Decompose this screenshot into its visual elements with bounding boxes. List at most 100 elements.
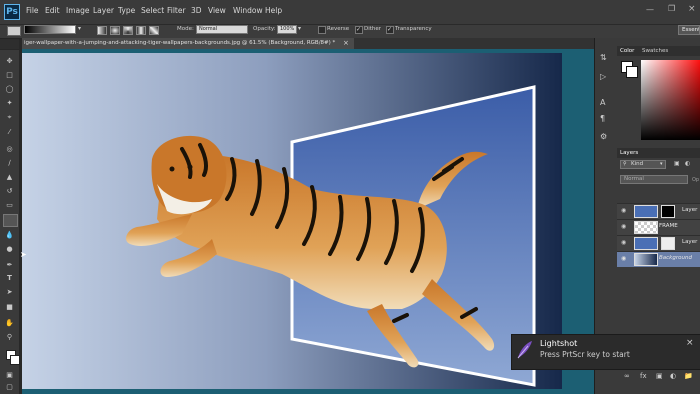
history-brush-tool-icon[interactable]: ↺ bbox=[4, 186, 15, 196]
new-group-icon[interactable]: 📁 bbox=[684, 372, 693, 380]
menu-file[interactable]: File bbox=[26, 6, 39, 15]
zoom-tool-icon[interactable]: ⚲ bbox=[4, 332, 15, 342]
tab-swatches[interactable]: Swatches bbox=[642, 48, 668, 54]
gradient-tool-icon[interactable] bbox=[3, 214, 18, 227]
transparency-checkbox[interactable]: ✓ bbox=[386, 26, 394, 34]
reverse-label: Reverse bbox=[327, 26, 350, 32]
healing-brush-tool-icon[interactable]: ◎ bbox=[4, 144, 15, 154]
color-field[interactable] bbox=[641, 60, 700, 140]
document-canvas[interactable] bbox=[22, 49, 594, 394]
opacity-dropdown-icon[interactable]: ▾ bbox=[298, 25, 301, 32]
toast-close-icon[interactable]: × bbox=[686, 338, 694, 348]
quick-mask-icon[interactable]: ▣ bbox=[4, 370, 15, 380]
menu-layer[interactable]: Layer bbox=[93, 6, 114, 15]
mode-label: Mode: bbox=[177, 26, 194, 32]
type-tool-icon[interactable]: T bbox=[4, 273, 15, 283]
chevron-down-icon[interactable]: ▾ bbox=[78, 25, 81, 32]
eyedropper-tool-icon[interactable]: ⁄ bbox=[4, 127, 15, 137]
search-icon: ⚲ bbox=[623, 161, 627, 167]
layer-thumbnail bbox=[634, 237, 658, 250]
background-color-swatch[interactable] bbox=[10, 355, 20, 365]
add-mask-icon[interactable]: ▣ bbox=[656, 372, 663, 380]
layer-name[interactable]: Layer bbox=[682, 239, 697, 245]
layer-name[interactable]: Layer bbox=[682, 207, 697, 213]
blend-mode-select[interactable]: Normal bbox=[620, 175, 688, 184]
restore-icon[interactable]: ❐ bbox=[668, 4, 675, 13]
workspace-switcher[interactable]: Essent bbox=[678, 25, 700, 35]
gradient-tool-preset-icon[interactable] bbox=[7, 26, 21, 36]
radial-gradient-icon[interactable] bbox=[110, 26, 120, 35]
dodge-tool-icon[interactable]: ● bbox=[4, 244, 15, 254]
link-layers-icon[interactable]: ∞ bbox=[624, 372, 630, 380]
visibility-eye-icon[interactable]: ◉ bbox=[621, 207, 626, 214]
menu-3d[interactable]: 3D bbox=[191, 6, 202, 15]
layer-thumbnail bbox=[634, 253, 658, 266]
tab-layers[interactable]: Layers bbox=[620, 150, 638, 156]
tab-color[interactable]: Color bbox=[620, 48, 634, 54]
dither-label: Dither bbox=[364, 26, 382, 32]
menu-select[interactable]: Select bbox=[141, 6, 164, 15]
adjustment-layer-icon[interactable]: ◐ bbox=[670, 372, 676, 380]
linear-gradient-icon[interactable] bbox=[97, 26, 107, 35]
path-selection-tool-icon[interactable]: ➤ bbox=[4, 287, 15, 297]
menu-help[interactable]: Help bbox=[265, 6, 282, 15]
opacity-short-label: Op bbox=[692, 177, 700, 183]
character-panel-icon[interactable]: A bbox=[600, 98, 605, 107]
brush-panel-icon[interactable]: ⚙ bbox=[600, 132, 607, 141]
shape-tool-icon[interactable]: ■ bbox=[4, 302, 15, 312]
layer-name[interactable]: Background bbox=[659, 255, 692, 261]
menu-window[interactable]: Window bbox=[233, 6, 263, 15]
toast-message: Press PrtScr key to start bbox=[540, 350, 630, 359]
screen-mode-icon[interactable]: ▢ bbox=[4, 382, 15, 392]
brush-tool-icon[interactable]: ∕ bbox=[4, 158, 15, 168]
background-color-chip[interactable] bbox=[626, 66, 638, 78]
mouse-cursor-icon: ➤ bbox=[20, 250, 27, 259]
close-document-icon[interactable]: × bbox=[343, 39, 349, 47]
lasso-tool-icon[interactable]: ◯ bbox=[4, 84, 15, 94]
menu-image[interactable]: Image bbox=[66, 6, 90, 15]
layer-name[interactable]: FRAME bbox=[659, 223, 678, 229]
eraser-tool-icon[interactable]: ▭ bbox=[4, 200, 15, 210]
pen-tool-icon[interactable]: ✒ bbox=[4, 260, 15, 270]
layer-mask-thumbnail bbox=[661, 205, 675, 218]
transparency-label: Transparency bbox=[395, 26, 432, 32]
visibility-eye-icon[interactable]: ◉ bbox=[621, 239, 626, 246]
menu-view[interactable]: View bbox=[208, 6, 226, 15]
document-tab[interactable]: iger-wallpaper-with-a-jumping-and-attack… bbox=[22, 38, 354, 49]
dither-checkbox[interactable]: ✓ bbox=[355, 26, 363, 34]
photoshop-logo: Ps bbox=[4, 4, 20, 20]
layer-thumbnail bbox=[634, 205, 658, 218]
mode-select[interactable]: Normal bbox=[196, 25, 248, 34]
opacity-label: Opacity: bbox=[253, 26, 276, 32]
kind-label: Kind bbox=[631, 161, 644, 167]
reflected-gradient-icon[interactable] bbox=[136, 26, 146, 35]
marquee-tool-icon[interactable]: □ bbox=[4, 70, 15, 80]
move-tool-icon[interactable]: ✥ bbox=[4, 56, 15, 66]
menu-filter[interactable]: Filter bbox=[167, 6, 186, 15]
quick-select-tool-icon[interactable]: ✦ bbox=[4, 98, 15, 108]
layer-style-icon[interactable]: fx bbox=[640, 372, 647, 380]
lightshot-feather-icon bbox=[516, 340, 534, 360]
visibility-eye-icon[interactable]: ◉ bbox=[621, 255, 626, 262]
actions-panel-icon[interactable]: ▷ bbox=[600, 72, 606, 81]
menu-type[interactable]: Type bbox=[118, 6, 135, 15]
menu-edit[interactable]: Edit bbox=[45, 6, 60, 15]
pixel-filter-icon[interactable]: ▣ bbox=[674, 160, 680, 167]
opacity-input[interactable]: 100% bbox=[277, 25, 297, 34]
blur-tool-icon[interactable]: 💧 bbox=[4, 230, 15, 240]
visibility-eye-icon[interactable]: ◉ bbox=[621, 223, 626, 230]
layer-mask-thumbnail bbox=[661, 237, 675, 250]
adjustment-filter-icon[interactable]: ◐ bbox=[685, 160, 690, 167]
minimize-icon[interactable]: — bbox=[646, 5, 654, 14]
angle-gradient-icon[interactable] bbox=[123, 26, 133, 35]
diamond-gradient-icon[interactable] bbox=[149, 26, 159, 35]
filter-dropdown-icon[interactable]: ▾ bbox=[660, 161, 663, 167]
reverse-checkbox[interactable] bbox=[318, 26, 326, 34]
history-panel-icon[interactable]: ⇅ bbox=[600, 53, 607, 62]
hand-tool-icon[interactable]: ✋ bbox=[4, 318, 15, 328]
gradient-picker[interactable] bbox=[24, 25, 76, 34]
crop-tool-icon[interactable]: ⌖ bbox=[4, 112, 15, 122]
paragraph-panel-icon[interactable]: ¶ bbox=[600, 114, 605, 123]
close-icon[interactable]: × bbox=[688, 4, 696, 14]
clone-stamp-tool-icon[interactable]: ▲ bbox=[4, 172, 15, 182]
